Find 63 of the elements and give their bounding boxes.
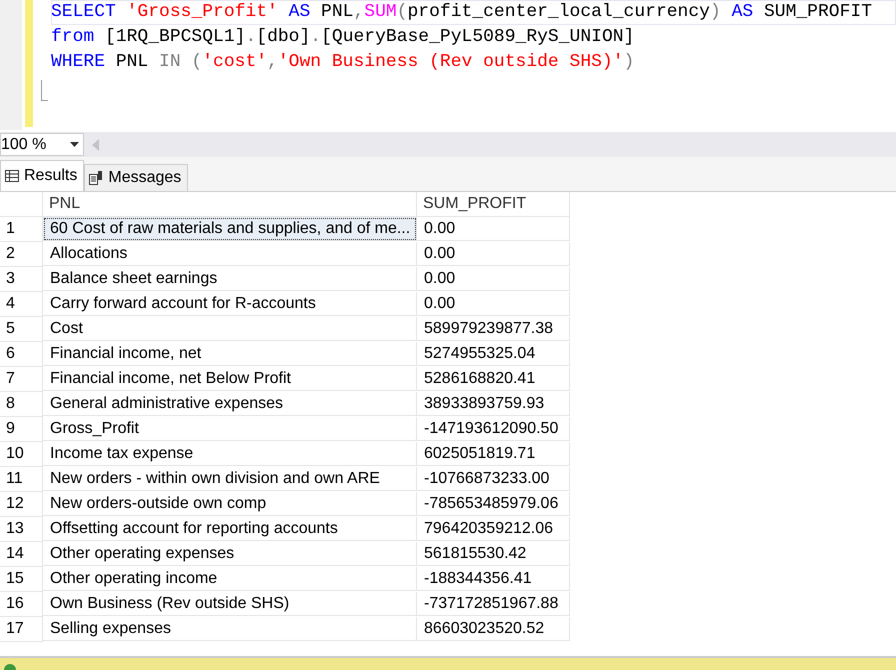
table-cell: Cost (43, 317, 417, 341)
column-header[interactable]: SUM_PROFIT (417, 192, 570, 217)
document-icon (89, 171, 104, 185)
table-cell: Selling expenses (43, 617, 417, 641)
row-number: 13 (0, 517, 43, 542)
table-cell: 0.00 (417, 217, 570, 241)
table-cell: Financial income, net (43, 342, 417, 366)
table-cell: Offsetting account for reporting accounts (43, 517, 417, 541)
code-line: from [1RQ_BPCSQL1].[dbo].[QueryBase_PyL5089_RyS_UNION] (51, 26, 636, 49)
table-cell: -785653485979.06 (417, 492, 570, 516)
row-number: 17 (0, 617, 43, 642)
row-number: 4 (0, 292, 43, 317)
table-cell: 5274955325.04 (417, 342, 570, 366)
table-cell: 796420359212.06 (417, 517, 570, 541)
table-cell: New orders-outside own comp (43, 492, 417, 516)
row-number: 14 (0, 542, 43, 567)
row-number: 12 (0, 492, 43, 517)
table-cell: Financial income, net Below Profit (43, 367, 417, 391)
table-cell: 0.00 (417, 242, 570, 266)
table-cell: Other operating expenses (43, 542, 417, 566)
table-cell: 60 Cost of raw materials and supplies, and of me... (43, 217, 417, 241)
row-number: 11 (0, 467, 43, 492)
code-line: WHERE PNL IN ('cost','Own Business (Rev outside SHS)') (51, 51, 636, 74)
caret-icon (70, 142, 79, 147)
row-number: 3 (0, 267, 43, 292)
table-cell: 0.00 (417, 267, 570, 291)
table-cell: 86603023520.52 (417, 617, 570, 641)
table-cell: Balance sheet earnings (43, 267, 417, 291)
grid-icon (5, 170, 19, 182)
row-number: 5 (0, 317, 43, 342)
results-tab[interactable]: Messages (84, 164, 188, 191)
table-cell: -737172851967.88 (417, 592, 570, 616)
row-number: 10 (0, 442, 43, 467)
table-cell: Income tax expense (43, 442, 417, 466)
table-cell: -10766873233.00 (417, 467, 570, 491)
table-cell: -188344356.41 (417, 567, 570, 591)
table-cell: New orders - within own division and own ARE (43, 467, 417, 491)
row-number: 2 (0, 242, 43, 267)
scroll-left-icon[interactable] (92, 138, 99, 150)
zoom-dropdown[interactable]: 100 % (0, 133, 84, 156)
table-cell: Carry forward account for R-accounts (43, 292, 417, 316)
table-cell: 589979239877.38 (417, 317, 570, 341)
row-number: 8 (0, 392, 43, 417)
table-cell: Other operating income (43, 567, 417, 591)
row-number: 16 (0, 592, 43, 617)
code-line: SELECT 'Gross_Profit' AS PNL,SUM(profit_center_local_currency) AS SUM_PROFIT (51, 0, 896, 25)
table-cell: 6025051819.71 (417, 442, 570, 466)
results-tab[interactable]: Results (0, 160, 84, 191)
table-cell: General administrative expenses (43, 392, 417, 416)
table-cell: 0.00 (417, 292, 570, 316)
row-number: 7 (0, 367, 43, 392)
table-cell: 5286168820.41 (417, 367, 570, 391)
row-number: 6 (0, 342, 43, 367)
table-cell: Own Business (Rev outside SHS) (43, 592, 417, 616)
table-cell: -147193612090.50 (417, 417, 570, 441)
table-cell: 561815530.42 (417, 542, 570, 566)
table-cell: Allocations (43, 242, 417, 266)
table-cell: Gross_Profit (43, 417, 417, 441)
fold-line (41, 80, 48, 101)
row-number: 15 (0, 567, 43, 592)
column-header[interactable]: PNL (43, 192, 417, 217)
table-cell: 38933893759.93 (417, 392, 570, 416)
row-number: 9 (0, 417, 43, 442)
